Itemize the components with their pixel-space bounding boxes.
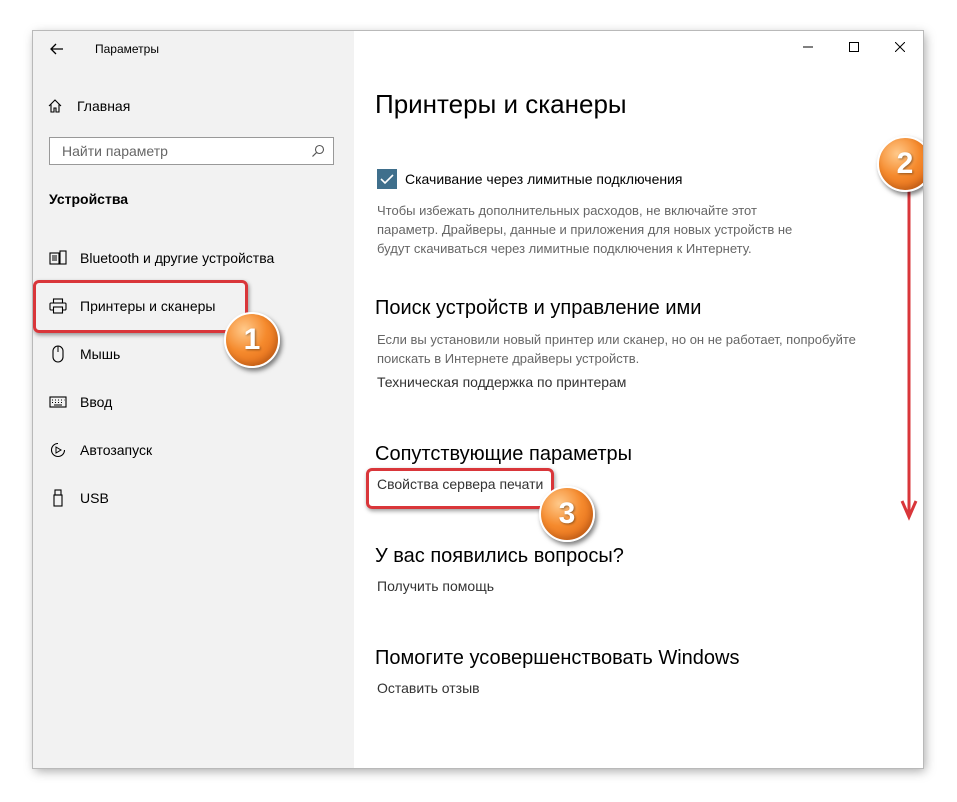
search-icon[interactable]: [307, 140, 329, 162]
related-settings-heading: Сопутствующие параметры: [375, 443, 633, 465]
step-badge-1: 1: [224, 312, 280, 368]
sidebar-item-usb[interactable]: USB: [33, 478, 354, 518]
description-line: Если вы установили новый принтер или ска…: [377, 332, 856, 347]
sidebar-item-printers[interactable]: Принтеры и сканеры: [33, 286, 354, 326]
give-feedback-link[interactable]: Оставить отзыв: [377, 680, 480, 696]
checkmark-icon: [380, 174, 394, 185]
settings-window: Параметры Главная Устройства: [33, 31, 923, 768]
sidebar-item-label: Мышь: [80, 346, 121, 362]
usb-icon: [48, 488, 68, 508]
sidebar-item-label: Ввод: [80, 394, 113, 410]
metered-description: Чтобы избежать дополнительных расходов, …: [377, 201, 792, 258]
app-title: Параметры: [95, 42, 159, 56]
sidebar-item-label: Автозапуск: [80, 442, 153, 458]
search-box[interactable]: [49, 137, 334, 165]
close-icon: [895, 42, 905, 52]
home-icon: [48, 99, 62, 113]
maximize-button[interactable]: [831, 31, 877, 63]
metered-checkbox-row[interactable]: Скачивание через лимитные подключения: [377, 169, 682, 189]
sidebar-item-mouse[interactable]: Мышь: [33, 334, 354, 374]
find-devices-heading: Поиск устройств и управление ими: [375, 297, 702, 319]
sidebar-item-label: Принтеры и сканеры: [80, 298, 216, 314]
get-help-link[interactable]: Получить помощь: [377, 578, 494, 594]
content-pane: Принтеры и сканеры Скачивание через лими…: [354, 31, 923, 768]
maximize-icon: [849, 42, 859, 52]
sidebar-item-home[interactable]: Главная: [47, 94, 130, 118]
autoplay-icon: [48, 440, 68, 460]
description-line: Чтобы избежать дополнительных расходов, …: [377, 203, 757, 218]
sidebar-titlebar: Параметры: [33, 31, 354, 67]
questions-heading: У вас появились вопросы?: [375, 545, 624, 567]
find-devices-description: Если вы установили новый принтер или ска…: [377, 330, 856, 368]
sidebar-item-label: USB: [80, 490, 109, 506]
printer-support-link[interactable]: Техническая поддержка по принтерам: [377, 374, 626, 390]
window-controls: [785, 31, 923, 63]
sidebar: Параметры Главная Устройства: [33, 31, 354, 768]
arrow-left-icon: [50, 43, 63, 55]
step-badge-3: 3: [539, 486, 595, 542]
mouse-icon: [48, 344, 68, 364]
keyboard-icon: [48, 392, 68, 412]
description-line: параметр. Драйверы, данные и приложения …: [377, 222, 793, 237]
description-line: поискать в Интернете драйверы устройств.: [377, 351, 640, 366]
search-input[interactable]: [60, 142, 307, 160]
printer-icon: [48, 296, 68, 316]
sidebar-item-input[interactable]: Ввод: [33, 382, 354, 422]
back-button[interactable]: [43, 35, 71, 63]
sidebar-item-autoplay[interactable]: Автозапуск: [33, 430, 354, 470]
bluetooth-devices-icon: [48, 248, 68, 268]
metered-checkbox-label: Скачивание через лимитные подключения: [405, 171, 683, 187]
page-title: Принтеры и сканеры: [375, 89, 627, 119]
print-server-properties-link[interactable]: Свойства сервера печати: [377, 476, 543, 492]
scroll-down-arrow-icon: [900, 191, 918, 521]
metered-checkbox[interactable]: [377, 169, 397, 189]
minimize-button[interactable]: [785, 31, 831, 63]
improve-windows-heading: Помогите усовершенствовать Windows: [375, 647, 740, 669]
sidebar-item-label: Bluetooth и другие устройства: [80, 250, 275, 266]
minimize-icon: [803, 46, 813, 48]
sidebar-item-label: Главная: [77, 98, 131, 114]
section-title: Устройства: [49, 191, 129, 207]
sidebar-item-bluetooth[interactable]: Bluetooth и другие устройства: [33, 238, 354, 278]
description-line: будут скачиваться через лимитные подключ…: [377, 241, 752, 256]
close-button[interactable]: [877, 31, 923, 63]
